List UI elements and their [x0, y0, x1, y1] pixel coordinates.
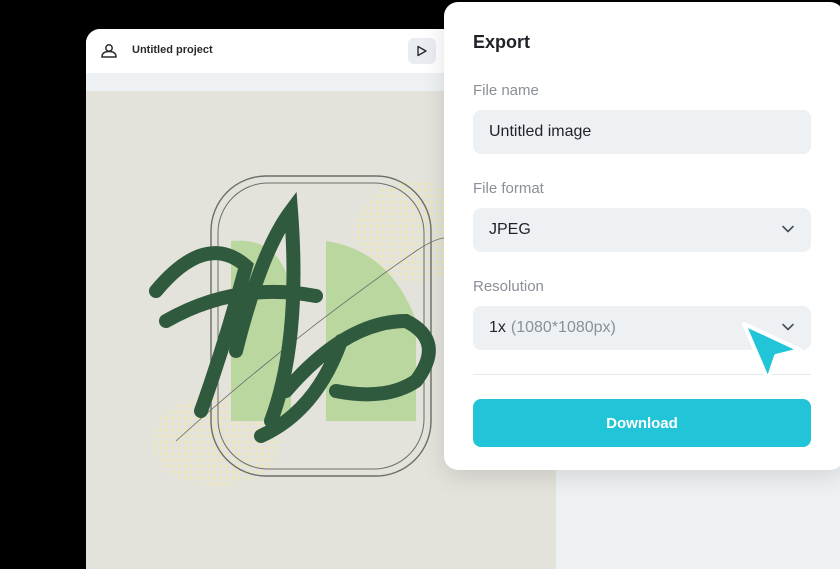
play-icon [417, 45, 427, 57]
project-title[interactable]: Untitled project [132, 44, 213, 56]
resolution-value: 1x [489, 319, 506, 336]
cloud-user-icon[interactable] [100, 43, 118, 59]
file-format-label: File format [473, 180, 544, 197]
file-name-input[interactable]: Untitled image [473, 110, 811, 154]
file-name-value: Untitled image [489, 123, 592, 140]
resolution-detail: (1080*1080px) [510, 319, 616, 336]
file-format-value: JPEG [489, 221, 531, 238]
file-format-select[interactable]: JPEG [473, 208, 811, 252]
panel-title: Export [473, 32, 531, 52]
resolution-label: Resolution [473, 278, 544, 295]
file-name-label: File name [473, 82, 539, 99]
mouse-pointer-icon [742, 322, 802, 382]
preview-button[interactable] [408, 38, 436, 64]
export-panel: Export File name Untitled image File for… [444, 2, 840, 470]
download-button[interactable]: Download [473, 399, 811, 447]
chevron-down-icon [782, 225, 794, 233]
